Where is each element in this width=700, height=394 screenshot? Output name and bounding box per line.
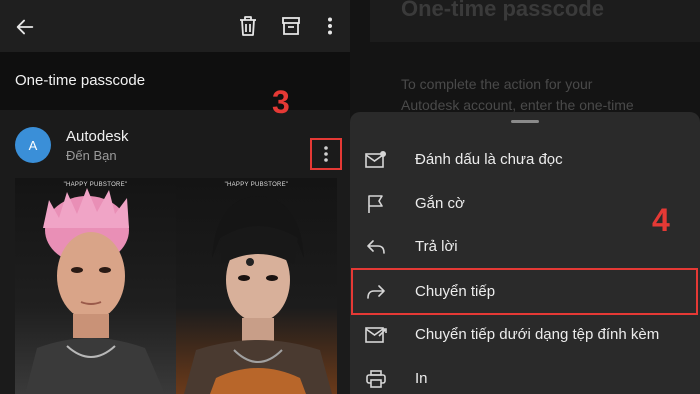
top-toolbar (0, 0, 350, 52)
reply-icon (365, 236, 387, 258)
menu-item-reply[interactable]: Trả lời (350, 226, 700, 269)
portrait-left (25, 188, 165, 394)
menu-item-forward-as-attachment[interactable]: Chuyển tiếp dưới dạng tệp đính kèm (350, 314, 700, 357)
menu-item-label: Trả lời (415, 238, 458, 255)
vertical-dots-icon (312, 140, 340, 168)
email-subject: One-time passcode (15, 72, 146, 89)
menu-item-flag[interactable]: Gắn cờ (350, 183, 700, 226)
step-number-4: 4 (652, 202, 670, 238)
email-heading: One-time passcode (401, 0, 604, 21)
menu-item-label: Chuyển tiếp dưới dạng tệp đính kèm (415, 326, 660, 343)
print-icon (365, 368, 387, 390)
avatar[interactable]: A (15, 127, 51, 163)
delete-icon[interactable] (236, 14, 260, 38)
email-view-panel: One-time passcode A Autodesk Đến Bạn 3 "… (0, 0, 350, 394)
email-image: "HAPPY PUBSTORE" "HAPPY PUBSTORE" (15, 178, 337, 394)
more-options-icon[interactable] (318, 14, 342, 38)
forward-attachment-icon (365, 324, 387, 346)
menu-item-label: Gắn cờ (415, 195, 465, 212)
forward-highlight-box (351, 268, 698, 315)
poster-right: "HAPPY PUBSTORE" (176, 178, 337, 394)
poster-left: "HAPPY PUBSTORE" (15, 178, 176, 394)
back-arrow-icon[interactable] (12, 14, 38, 40)
archive-icon[interactable] (279, 14, 303, 38)
recipient-label: Đến Bạn (66, 148, 117, 163)
step-number-3: 3 (272, 84, 290, 120)
menu-item-label: Đánh dấu là chưa đọc (415, 151, 563, 168)
portrait-right (184, 196, 332, 394)
mark-unread-icon (365, 149, 387, 171)
menu-item-mark-unread[interactable]: Đánh dấu là chưa đọc (350, 139, 700, 182)
menu-item-label: In (415, 370, 428, 387)
flag-icon (365, 193, 387, 215)
message-more-button[interactable] (310, 138, 342, 170)
sender-name: Autodesk (66, 128, 129, 145)
sheet-drag-handle[interactable] (511, 120, 539, 123)
action-bottom-sheet: Đánh dấu là chưa đọc Gắn cờ Trả lời Chuy… (350, 112, 700, 394)
email-body-text: To complete the action for your Autodesk… (401, 76, 634, 113)
sender-row[interactable] (0, 110, 350, 180)
menu-item-print[interactable]: In (350, 358, 700, 394)
